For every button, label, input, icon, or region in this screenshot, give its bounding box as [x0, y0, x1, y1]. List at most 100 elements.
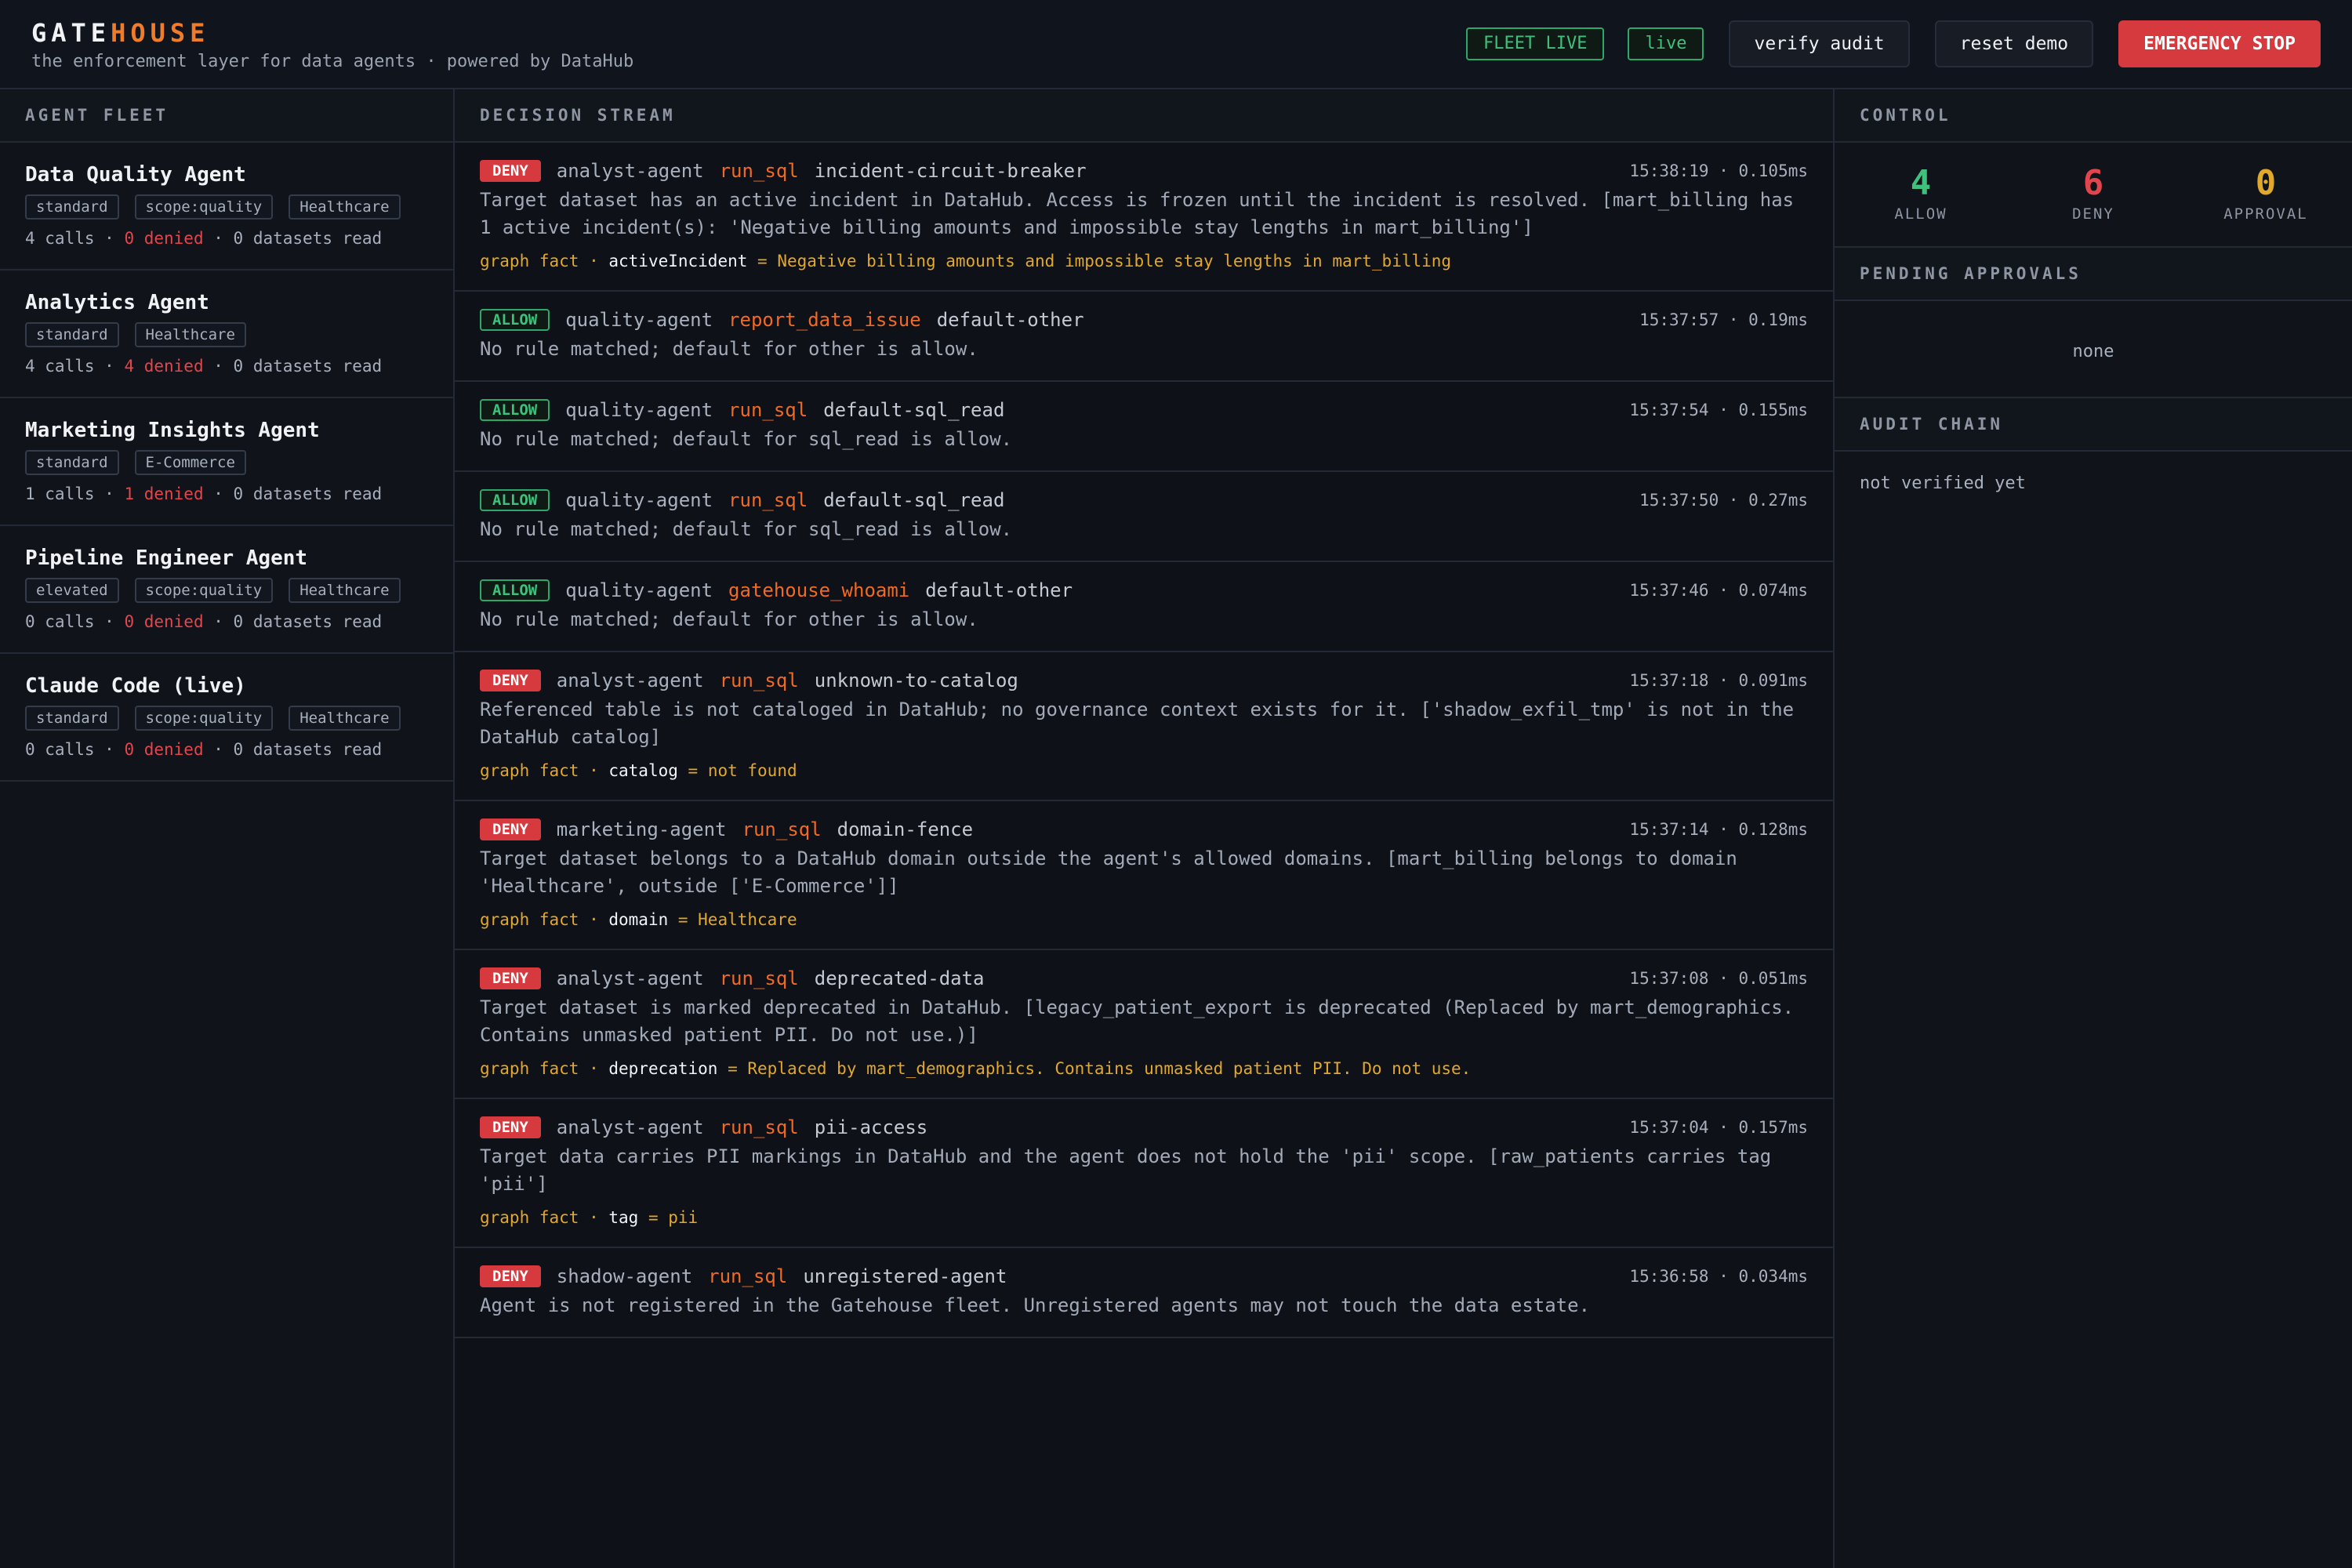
decision-row[interactable]: DENY shadow-agent run_sql unregistered-agen… — [455, 1248, 1833, 1338]
decision-timestamp: 15:37:57 · 0.19ms — [1639, 310, 1808, 329]
decision-agent: quality-agent — [565, 309, 713, 331]
agent-denied: 0 denied — [124, 229, 204, 248]
agent-tags: standard scope:quality Healthcare — [25, 706, 428, 731]
deny-badge: DENY — [480, 1265, 541, 1287]
decision-rule: unregistered-agent — [803, 1265, 1007, 1287]
decision-rule: default-other — [936, 309, 1084, 331]
agent-tag: Healthcare — [289, 706, 401, 731]
agent-card[interactable]: Data Quality Agent standard scope:quality H… — [0, 143, 453, 270]
decision-row[interactable]: DENY analyst-agent run_sql unknown-to-catal… — [455, 652, 1833, 801]
decision-row[interactable]: DENY analyst-agent run_sql deprecated-data 1… — [455, 950, 1833, 1099]
decision-agent: marketing-agent — [556, 818, 727, 840]
agent-stats: 1 calls · 1 denied · 0 datasets read — [25, 485, 383, 503]
decision-row[interactable]: ALLOW quality-agent gatehouse_whoami defaul… — [455, 562, 1833, 652]
agent-card[interactable]: Analytics Agent standard Healthcare 4 calls… — [0, 270, 453, 398]
graph-fact-label: graph fact · — [480, 1059, 609, 1078]
graph-fact-key: tag — [608, 1208, 639, 1227]
main-columns: AGENT FLEET Data Quality Agent standard sc… — [0, 89, 2352, 1568]
decision-reason: Target dataset is marked deprecated in D… — [480, 996, 1795, 1046]
decision-row[interactable]: DENY marketing-agent run_sql domain-fence 15… — [455, 801, 1833, 950]
agent-tags: elevated scope:quality Healthcare — [25, 578, 428, 603]
pending-approvals-heading: PENDING APPROVALS — [1835, 248, 2352, 301]
decision-stream-panel: DECISION STREAM DENY analyst-agent run_sql… — [455, 89, 1835, 1568]
decision-header: DENY analyst-agent run_sql incident-circuit… — [480, 158, 1808, 183]
agent-fleet-heading: AGENT FLEET — [0, 89, 453, 143]
agent-datasets: 0 datasets read — [233, 357, 383, 376]
graph-fact-label: graph fact · — [480, 1208, 609, 1227]
decision-agent: shadow-agent — [556, 1265, 693, 1287]
allow-badge: ALLOW — [480, 489, 550, 511]
agent-datasets: 0 datasets read — [233, 229, 383, 248]
agent-tag: Healthcare — [289, 578, 401, 603]
agent-tag: scope:quality — [134, 194, 274, 220]
agent-tags: standard Healthcare — [25, 322, 428, 347]
agent-calls: 0 calls — [25, 612, 95, 631]
agent-stats: 0 calls · 0 denied · 0 datasets read — [25, 612, 383, 631]
decision-row[interactable]: ALLOW quality-agent report_data_issue defau… — [455, 292, 1833, 382]
decision-tool: run_sql — [708, 1265, 788, 1287]
graph-fact-label: graph fact · — [480, 910, 609, 929]
decision-reason: Target dataset has an active incident in… — [480, 189, 1795, 238]
agent-tag: scope:quality — [134, 706, 274, 731]
emergency-stop-button[interactable]: EMERGENCY STOP — [2118, 20, 2321, 67]
decision-timestamp: 15:37:50 · 0.27ms — [1639, 491, 1808, 510]
decision-reason: Target data carries PII markings in Data… — [480, 1145, 1772, 1195]
decision-row[interactable]: ALLOW quality-agent run_sql default-sql_rea… — [455, 472, 1833, 562]
deny-count: 6 DENY — [2007, 143, 2180, 246]
agent-tag: E-Commerce — [134, 450, 246, 475]
agent-name: Pipeline Engineer Agent — [25, 546, 308, 570]
live-badge: live — [1628, 27, 1704, 60]
decision-row[interactable]: DENY analyst-agent run_sql incident-circuit… — [455, 143, 1833, 292]
allow-badge: ALLOW — [480, 309, 550, 331]
decision-stream-heading: DECISION STREAM — [455, 89, 1833, 143]
audit-chain-heading: AUDIT CHAIN — [1835, 398, 2352, 452]
decision-reason: Referenced table is not cataloged in Dat… — [480, 699, 1795, 748]
decision-rule: default-other — [925, 579, 1073, 601]
agent-datasets: 0 datasets read — [233, 740, 383, 759]
agent-card[interactable]: Claude Code (live) standard scope:quality H… — [0, 654, 453, 782]
graph-fact-value: = not found — [677, 761, 797, 780]
decision-row[interactable]: ALLOW quality-agent run_sql default-sql_rea… — [455, 382, 1833, 472]
graph-fact: graph fact · deprecation = Replaced by m… — [480, 1057, 1808, 1080]
graph-fact-value: = Replaced by mart_demographics. Contain… — [717, 1059, 1472, 1078]
decision-header: DENY analyst-agent run_sql pii-access 15:37:… — [480, 1115, 1808, 1140]
decision-reason: No rule matched; default for sql_read is… — [480, 518, 1013, 540]
agent-name: Claude Code (live) — [25, 674, 246, 698]
decision-tool: report_data_issue — [728, 309, 921, 331]
decision-tool: run_sql — [728, 489, 808, 511]
approval-count-value: 0 — [2255, 163, 2277, 203]
allow-count-label: ALLOW — [1894, 205, 1947, 223]
decision-rule: deprecated-data — [814, 967, 985, 989]
agent-name: Marketing Insights Agent — [25, 419, 320, 442]
agent-denied: 1 denied — [124, 485, 204, 503]
decision-header: DENY analyst-agent run_sql deprecated-data 1… — [480, 966, 1808, 991]
decision-reason: No rule matched; default for other is al… — [480, 338, 978, 360]
decision-timestamp: 15:37:04 · 0.157ms — [1629, 1118, 1808, 1137]
graph-fact: graph fact · tag = pii — [480, 1206, 1808, 1229]
decision-row[interactable]: DENY analyst-agent run_sql pii-access 15:37:… — [455, 1099, 1833, 1248]
agent-stats: 4 calls · 4 denied · 0 datasets read — [25, 357, 383, 376]
deny-count-label: DENY — [2072, 205, 2114, 223]
graph-fact-key: domain — [608, 910, 669, 929]
decision-timestamp: 15:36:58 · 0.034ms — [1629, 1267, 1808, 1286]
decision-tool: run_sql — [719, 160, 799, 182]
agent-list: Data Quality Agent standard scope:quality H… — [0, 143, 453, 782]
reset-demo-button[interactable]: reset demo — [1934, 20, 2094, 67]
deny-badge: DENY — [480, 670, 541, 691]
graph-fact-value: = pii — [638, 1208, 699, 1227]
agent-tag: scope:quality — [134, 578, 274, 603]
decision-agent: quality-agent — [565, 399, 713, 421]
graph-fact: graph fact · domain = Healthcare — [480, 908, 1808, 931]
decision-list[interactable]: DENY analyst-agent run_sql incident-circuit… — [455, 143, 1833, 1568]
verify-audit-button[interactable]: verify audit — [1729, 20, 1910, 67]
agent-tags: standard scope:quality Healthcare — [25, 194, 428, 220]
decision-agent: analyst-agent — [556, 160, 704, 182]
agent-calls: 4 calls — [25, 229, 95, 248]
agent-denied: 0 denied — [124, 612, 204, 631]
brand: GATEHOUSE the enforcement layer for data… — [31, 17, 633, 71]
graph-fact-key: deprecation — [608, 1059, 718, 1078]
agent-card[interactable]: Pipeline Engineer Agent elevated scope:qua… — [0, 526, 453, 654]
agent-card[interactable]: Marketing Insights Agent standard E-Commer… — [0, 398, 453, 526]
decision-timestamp: 15:37:14 · 0.128ms — [1629, 820, 1808, 839]
decision-reason: No rule matched; default for sql_read is… — [480, 428, 1013, 450]
